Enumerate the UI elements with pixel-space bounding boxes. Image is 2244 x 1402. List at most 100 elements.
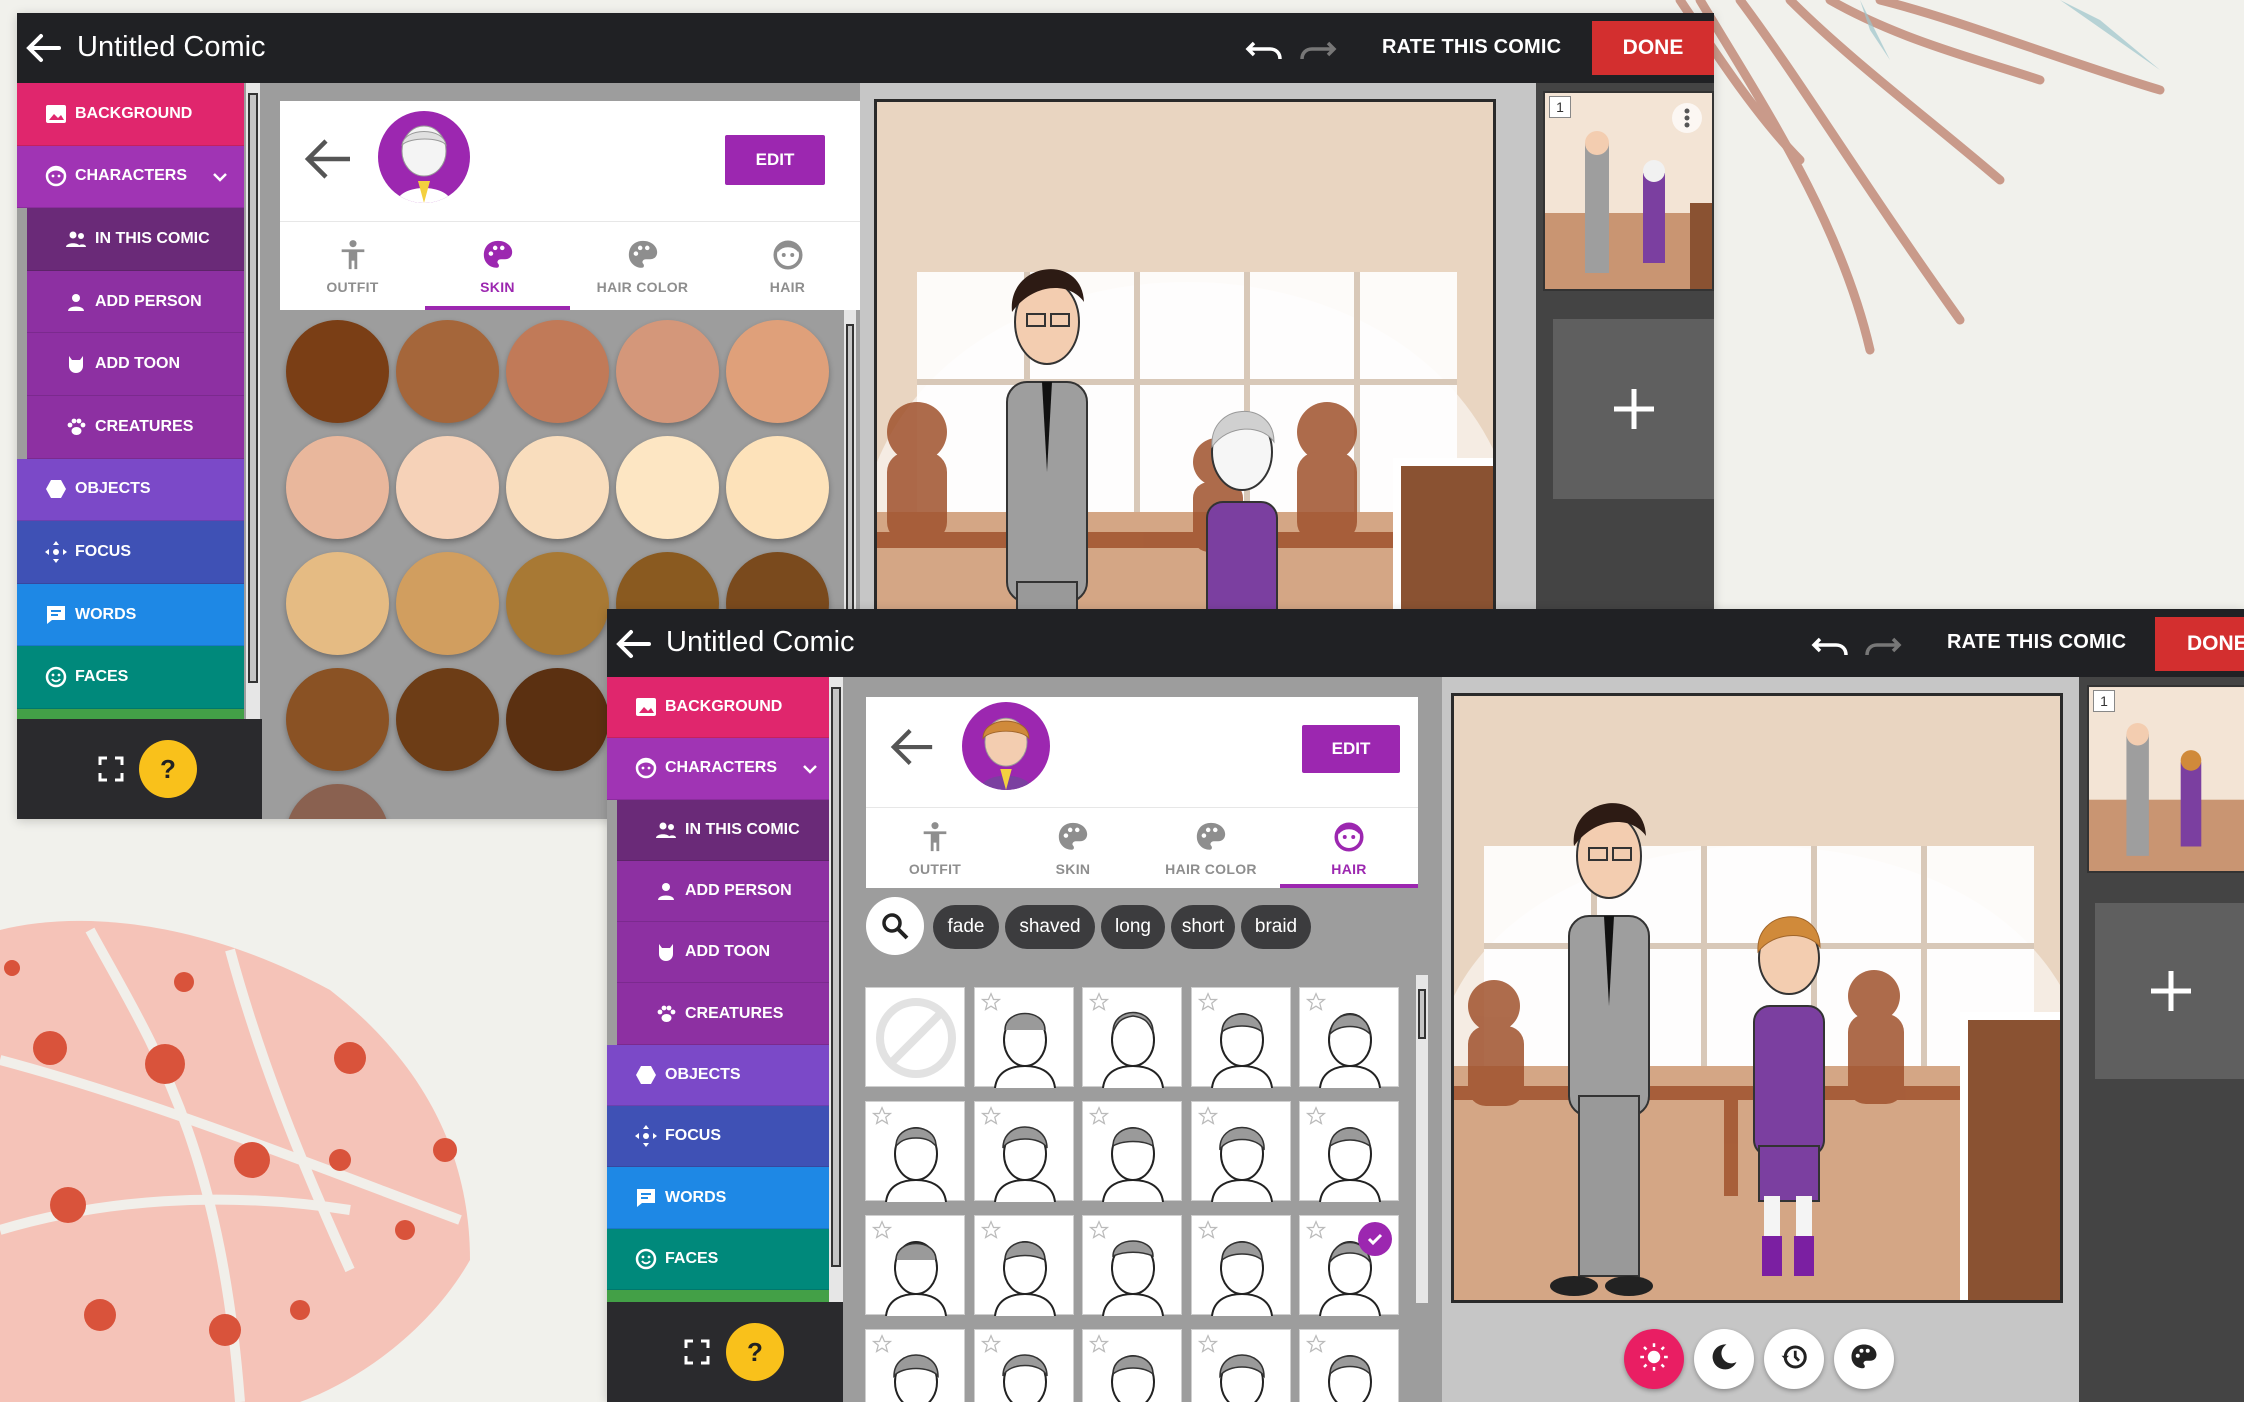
palette-button[interactable] <box>1834 1329 1894 1389</box>
star-icon[interactable] <box>1197 1334 1218 1354</box>
tab-outfit[interactable]: OUTFIT <box>866 808 1004 888</box>
hair-style-tile[interactable] <box>865 1101 965 1203</box>
sidebar-item-in-this-comic[interactable]: IN THIS COMIC <box>27 208 244 271</box>
hair-tag-shaved[interactable]: shaved <box>1005 905 1095 949</box>
help-button[interactable]: ? <box>726 1323 784 1381</box>
edit-button[interactable]: EDIT <box>725 135 825 185</box>
back-arrow-icon[interactable] <box>302 135 354 183</box>
hair-style-tile[interactable] <box>973 987 1074 1089</box>
star-icon[interactable] <box>980 1220 1001 1240</box>
back-arrow-icon[interactable] <box>888 725 936 769</box>
sidebar-item-background[interactable]: BACKGROUND <box>17 83 244 146</box>
tab-outfit[interactable]: OUTFIT <box>280 222 425 310</box>
sidebar-item-background[interactable]: BACKGROUND <box>607 677 834 739</box>
star-icon[interactable] <box>1306 1220 1326 1240</box>
tab-hair[interactable]: HAIR <box>715 222 860 310</box>
hair-none-tile[interactable] <box>865 987 965 1087</box>
hair-style-tile[interactable] <box>973 1329 1074 1402</box>
sidebar-item-objects[interactable]: OBJECTS <box>607 1044 834 1107</box>
skin-swatch[interactable] <box>396 552 499 655</box>
star-icon[interactable] <box>1197 1106 1218 1126</box>
fullscreen-icon[interactable] <box>97 755 125 783</box>
redo-icon[interactable] <box>1298 33 1338 65</box>
star-icon[interactable] <box>1197 1220 1218 1240</box>
tab-skin[interactable]: SKIN <box>425 222 570 310</box>
sidebar-scrollbar[interactable] <box>246 83 260 719</box>
hair-grid-scrollbar[interactable] <box>1416 975 1428 1303</box>
sidebar-item-characters[interactable]: CHARACTERS <box>607 738 834 800</box>
hair-tag-fade[interactable]: fade <box>933 905 999 949</box>
skin-swatch[interactable] <box>726 436 829 539</box>
sidebar-item-add-person[interactable]: ADD PERSON <box>617 860 834 923</box>
star-icon[interactable] <box>1306 1106 1326 1126</box>
skin-swatch[interactable] <box>616 436 719 539</box>
hair-tag-long[interactable]: long <box>1101 905 1165 949</box>
hair-tag-braid[interactable]: braid <box>1241 905 1311 949</box>
skin-swatch[interactable] <box>286 320 389 423</box>
star-icon[interactable] <box>1197 992 1218 1012</box>
hair-style-tile[interactable] <box>1190 1215 1291 1317</box>
sun-button[interactable] <box>1624 1329 1684 1389</box>
done-button[interactable]: DONE <box>2155 617 2244 671</box>
add-panel-button[interactable] <box>2095 903 2244 1079</box>
comic-title[interactable]: Untitled Comic <box>77 31 266 64</box>
star-icon[interactable] <box>1089 1220 1109 1240</box>
hair-search-button[interactable] <box>866 897 924 955</box>
star-icon[interactable] <box>1089 1334 1109 1354</box>
sidebar-item-words[interactable]: WORDS <box>607 1167 834 1229</box>
sidebar-item-add-toon[interactable]: ADD TOON <box>617 922 834 984</box>
star-icon[interactable] <box>980 992 1001 1012</box>
sidebar-item-creatures[interactable]: CREATURES <box>27 395 244 459</box>
skin-swatch[interactable] <box>286 436 389 539</box>
hair-style-tile[interactable] <box>1082 1101 1182 1203</box>
sidebar-item-in-this-comic[interactable]: IN THIS COMIC <box>617 799 834 861</box>
sidebar-item-objects[interactable]: OBJECTS <box>17 458 244 522</box>
hair-style-tile[interactable] <box>865 1215 965 1317</box>
star-icon[interactable] <box>980 1334 1001 1354</box>
star-icon[interactable] <box>872 1334 892 1354</box>
hair-style-tile[interactable] <box>1190 1329 1291 1402</box>
tab-hair[interactable]: HAIR <box>1280 808 1418 888</box>
moon-button[interactable] <box>1694 1329 1754 1389</box>
skin-swatch[interactable] <box>506 552 609 655</box>
help-button[interactable]: ? <box>139 740 197 798</box>
hair-style-tile[interactable] <box>1299 987 1399 1089</box>
panel-thumbnail-1[interactable]: 1 <box>2087 685 2244 873</box>
hair-style-tile[interactable] <box>1190 1101 1291 1203</box>
star-icon[interactable] <box>1306 1334 1326 1354</box>
skin-swatch[interactable] <box>396 320 499 423</box>
skin-swatch[interactable] <box>616 320 719 423</box>
sidebar-item-words[interactable]: WORDS <box>17 583 244 647</box>
star-icon[interactable] <box>1306 992 1326 1012</box>
hair-style-tile[interactable] <box>1082 987 1182 1089</box>
sidebar-item-add-person[interactable]: ADD PERSON <box>27 270 244 334</box>
back-arrow-icon[interactable] <box>21 28 65 68</box>
hair-style-tile[interactable] <box>865 1329 965 1402</box>
skin-swatch[interactable] <box>286 784 389 819</box>
hair-style-tile[interactable] <box>1082 1329 1182 1402</box>
tab-hair-color[interactable]: HAIR COLOR <box>1142 808 1280 888</box>
hair-style-tile[interactable] <box>1299 1215 1399 1317</box>
back-arrow-icon[interactable] <box>611 624 655 664</box>
hair-style-tile[interactable] <box>973 1215 1074 1317</box>
sidebar-item-add-toon[interactable]: ADD TOON <box>27 333 244 396</box>
tab-hair-color[interactable]: HAIR COLOR <box>570 222 715 310</box>
skin-swatch[interactable] <box>396 668 499 771</box>
skin-swatch[interactable] <box>286 552 389 655</box>
skin-swatch[interactable] <box>506 668 609 771</box>
rate-this-comic-button[interactable]: RATE THIS COMIC <box>1382 36 1561 59</box>
comic-panel[interactable] <box>1451 693 2063 1303</box>
star-icon[interactable] <box>872 1220 892 1240</box>
skin-swatch[interactable] <box>286 668 389 771</box>
edit-button[interactable]: EDIT <box>1302 725 1400 773</box>
star-icon[interactable] <box>872 1106 892 1126</box>
sidebar-item-faces[interactable]: FACES <box>607 1228 834 1290</box>
more-vert-icon[interactable] <box>1672 103 1702 133</box>
done-button[interactable]: DONE <box>1592 21 1714 75</box>
hair-style-tile[interactable] <box>1299 1329 1399 1402</box>
hair-style-tile[interactable] <box>1082 1215 1182 1317</box>
skin-swatch[interactable] <box>506 436 609 539</box>
tab-skin[interactable]: SKIN <box>1004 808 1142 888</box>
redo-icon[interactable] <box>1863 629 1903 661</box>
history-button[interactable] <box>1764 1329 1824 1389</box>
